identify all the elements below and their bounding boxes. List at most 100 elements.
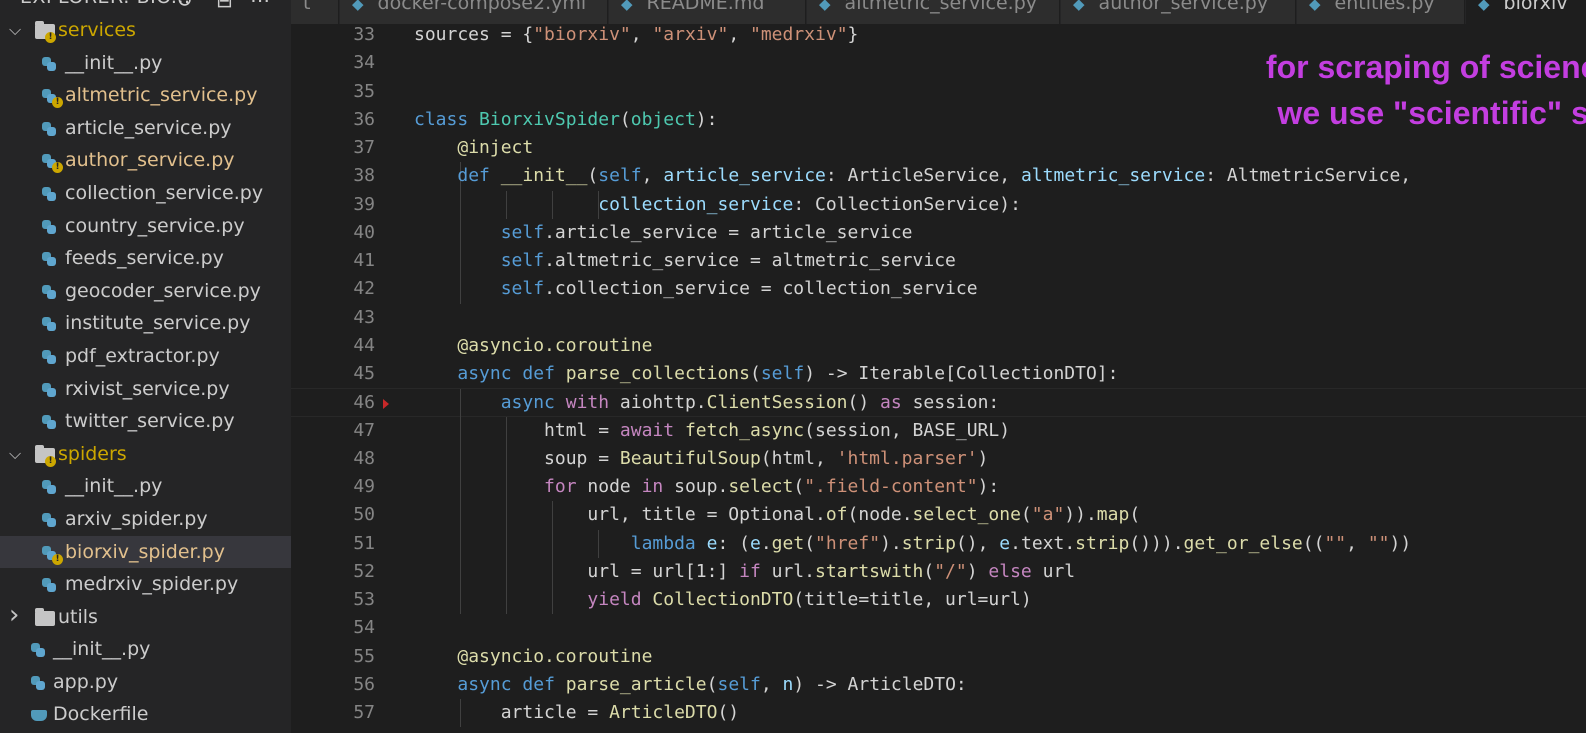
tree-item-label: biorxiv_spider.py bbox=[65, 540, 225, 563]
tab-0[interactable]: t bbox=[291, 0, 339, 24]
code-line[interactable]: 38 def __init__(self, article_service: A… bbox=[291, 162, 1586, 191]
code-line[interactable]: 46 async with aiohttp.ClientSession() as… bbox=[291, 388, 1586, 418]
file-item[interactable]: __init__.py bbox=[0, 470, 291, 503]
tab-label: docker-compose2.yml bbox=[377, 0, 587, 14]
tab-4[interactable]: ◆ author_service.py bbox=[1061, 0, 1296, 24]
code-text: @asyncio.coroutine bbox=[457, 645, 653, 667]
more-actions-icon[interactable]: ⋯ bbox=[250, 0, 271, 12]
explorer-sidebar: EXPLORER: BIO... ↻ ⊟ ⋯ ⌵!services__init_… bbox=[0, 0, 291, 733]
tab-5[interactable]: ◆ entities.py bbox=[1297, 0, 1465, 24]
file-item[interactable]: __init__.py bbox=[0, 47, 291, 80]
tab-6[interactable]: ◆ biorxiv bbox=[1466, 0, 1586, 24]
code-line[interactable]: 48 soup = BeautifulSoup(html, 'html.pars… bbox=[291, 444, 1586, 474]
tree-item-label: geocoder_service.py bbox=[65, 279, 261, 302]
file-item[interactable]: arxiv_spider.py bbox=[0, 503, 291, 536]
python-file-icon bbox=[31, 675, 45, 690]
file-item[interactable]: feeds_service.py bbox=[0, 242, 291, 275]
line-number: 39 bbox=[353, 193, 375, 215]
code-line[interactable]: 53 yield CollectionDTO(title=title, url=… bbox=[291, 586, 1586, 615]
file-item[interactable]: rxivist_service.py bbox=[0, 373, 291, 406]
code-line[interactable]: 40 self.article_service = article_servic… bbox=[291, 218, 1586, 248]
code-line[interactable]: 39 collection_service: CollectionService… bbox=[291, 190, 1586, 219]
python-file-icon bbox=[42, 415, 56, 430]
code-line[interactable]: 52 url = url[1:] if url.startswith("/") … bbox=[291, 557, 1586, 587]
file-item[interactable]: app.py bbox=[0, 666, 291, 699]
python-file-icon bbox=[31, 643, 45, 658]
folder-utils[interactable]: › utils bbox=[0, 599, 291, 634]
code-line[interactable]: 54 bbox=[291, 614, 1586, 642]
code-line[interactable]: 43 bbox=[291, 304, 1586, 332]
line-number: 53 bbox=[353, 589, 375, 610]
file-type-icon: ◆ bbox=[1478, 0, 1490, 13]
folder-services[interactable]: ⌵! services bbox=[0, 14, 291, 47]
file-item[interactable]: pdf_extractor.py bbox=[0, 340, 291, 373]
line-number: 36 bbox=[353, 108, 375, 130]
tab-3[interactable]: ◆ altmetric_service.py bbox=[807, 0, 1060, 24]
code-line[interactable]: 44 @asyncio.coroutine bbox=[291, 332, 1586, 360]
code-line[interactable]: 57 article = ArticleDTO() bbox=[291, 699, 1586, 728]
file-item[interactable]: article_service.py bbox=[0, 112, 291, 145]
line-number: 44 bbox=[353, 334, 375, 356]
code-text: self.altmetric_service = altmetric_servi… bbox=[500, 250, 956, 271]
file-item[interactable]: twitter_service.py bbox=[0, 405, 291, 438]
breakpoint-arrow-icon[interactable] bbox=[383, 399, 389, 410]
file-item[interactable]: ! author_service.py bbox=[0, 144, 291, 177]
tab-label: biorxiv bbox=[1503, 0, 1568, 14]
chevron-down-icon[interactable]: ⌵ bbox=[9, 14, 21, 47]
code-editor[interactable]: 33 sources = {"biorxiv", "arxiv", "medrxi… bbox=[291, 24, 1586, 733]
python-file-icon bbox=[42, 480, 56, 495]
file-item[interactable]: medrxiv_spider.py bbox=[0, 568, 291, 601]
code-line[interactable]: 47 html = await fetch_async(session, BAS… bbox=[291, 416, 1586, 445]
file-item[interactable]: institute_service.py bbox=[0, 307, 291, 340]
line-number: 57 bbox=[353, 702, 375, 723]
collapse-all-icon[interactable]: ⊟ bbox=[216, 0, 233, 12]
tree-item-label: Dockerfile bbox=[53, 703, 149, 726]
tab-label: altmetric_service.py bbox=[844, 0, 1038, 14]
file-item[interactable]: collection_service.py bbox=[0, 177, 291, 210]
file-type-icon: ◆ bbox=[621, 0, 633, 13]
annotation-line-1: for scraping of science articles, bbox=[1265, 49, 1586, 85]
code-line[interactable]: 49 for node in soup.select(".field-conte… bbox=[291, 473, 1586, 502]
chevron-down-icon[interactable]: ⌵ bbox=[9, 438, 21, 471]
line-number: 34 bbox=[353, 52, 375, 74]
tab-label: README.md bbox=[646, 0, 765, 14]
folder-icon bbox=[35, 607, 55, 626]
line-number: 56 bbox=[353, 673, 375, 695]
code-line[interactable]: 37 @inject bbox=[291, 134, 1586, 162]
code-line[interactable]: 41 self.altmetric_service = altmetric_se… bbox=[291, 247, 1586, 276]
warning-badge-icon: ! bbox=[52, 162, 63, 174]
code-text: for node in soup.select(".field-content"… bbox=[544, 476, 1000, 497]
code-text: async with aiohttp.ClientSession() as se… bbox=[500, 392, 1000, 414]
file-item[interactable]: __init__.py bbox=[0, 633, 291, 666]
code-line[interactable]: 56 async def parse_article(self, n) -> A… bbox=[291, 671, 1586, 699]
code-line[interactable]: 55 @asyncio.coroutine bbox=[291, 643, 1586, 671]
file-item[interactable]: ! biorxiv_spider.py bbox=[0, 535, 291, 569]
folder-spiders[interactable]: ⌵! spiders bbox=[0, 438, 291, 471]
chevron-right-icon[interactable]: › bbox=[9, 599, 19, 632]
tab-2[interactable]: ◆ README.md bbox=[609, 0, 806, 24]
tree-item-label: institute_service.py bbox=[65, 312, 251, 335]
line-number: 48 bbox=[353, 447, 375, 469]
code-text: lambda e: (e.get("href").strip(), e.text… bbox=[630, 532, 1412, 554]
refresh-icon[interactable]: ↻ bbox=[176, 0, 193, 12]
tree-item-label: __init__.py bbox=[53, 638, 151, 661]
python-file-icon bbox=[42, 252, 56, 267]
code-line[interactable]: 42 self.collection_service = collection_… bbox=[291, 275, 1586, 304]
file-item[interactable]: country_service.py bbox=[0, 210, 291, 243]
code-line[interactable]: 50 url, title = Optional.of(node.select_… bbox=[291, 501, 1586, 530]
tree-item-label: medrxiv_spider.py bbox=[65, 573, 239, 596]
warning-badge-icon: ! bbox=[52, 553, 63, 565]
file-item[interactable]: ! altmetric_service.py bbox=[0, 79, 291, 112]
warning-badge-icon: ! bbox=[45, 32, 56, 43]
tab-1[interactable]: ◆ docker-compose2.yml bbox=[340, 0, 608, 24]
file-item[interactable]: geocoder_service.py bbox=[0, 275, 291, 308]
file-item[interactable]: Dockerfile bbox=[0, 698, 291, 731]
tree-item-label: country_service.py bbox=[65, 214, 245, 237]
code-line[interactable]: 51 lambda e: (e.get("href").strip(), e.t… bbox=[291, 529, 1586, 558]
code-line[interactable]: 45 async def parse_collections(self) -> … bbox=[291, 360, 1586, 388]
tree-item-label: services bbox=[58, 19, 136, 41]
line-number: 40 bbox=[353, 221, 375, 243]
python-file-icon bbox=[42, 219, 56, 234]
line-number: 49 bbox=[353, 476, 375, 497]
python-file-icon bbox=[42, 512, 56, 527]
